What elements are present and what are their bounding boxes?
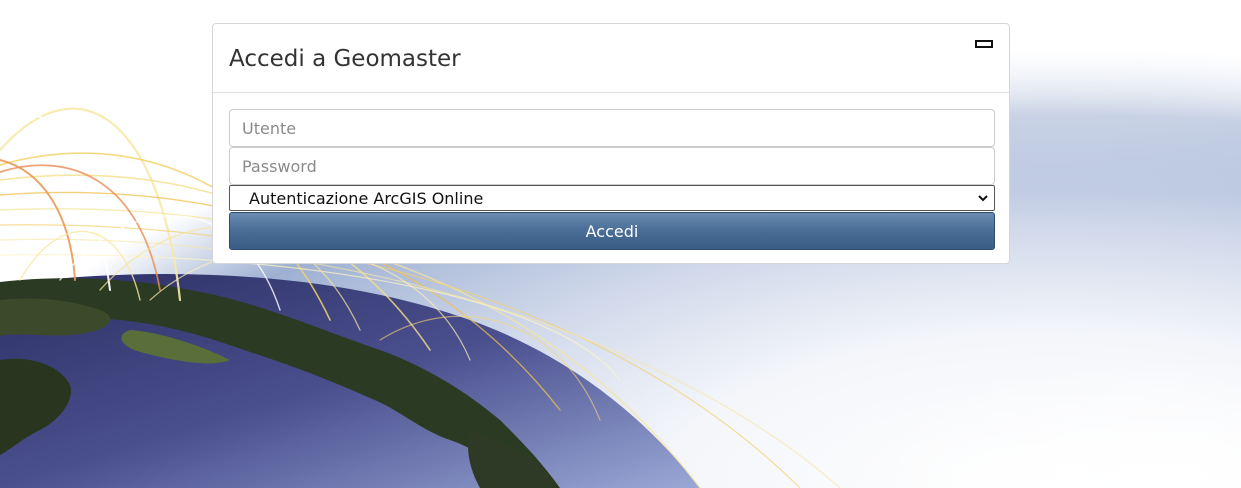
chevron-down-icon xyxy=(976,190,990,206)
login-form: Autenticazione ArcGIS Online Accedi xyxy=(229,109,995,250)
password-input[interactable] xyxy=(229,147,995,185)
username-input[interactable] xyxy=(229,109,995,147)
minimize-button[interactable] xyxy=(975,39,993,49)
login-submit-button[interactable]: Accedi xyxy=(229,212,995,250)
minimize-icon xyxy=(975,40,993,48)
login-title: Accedi a Geomaster xyxy=(229,46,461,72)
login-panel-header: Accedi a Geomaster xyxy=(213,24,1009,93)
login-panel: Accedi a Geomaster Autenticazione ArcGIS… xyxy=(212,23,1010,264)
auth-method-select[interactable]: Autenticazione ArcGIS Online xyxy=(229,185,995,211)
auth-method-selected-value: Autenticazione ArcGIS Online xyxy=(249,189,484,208)
